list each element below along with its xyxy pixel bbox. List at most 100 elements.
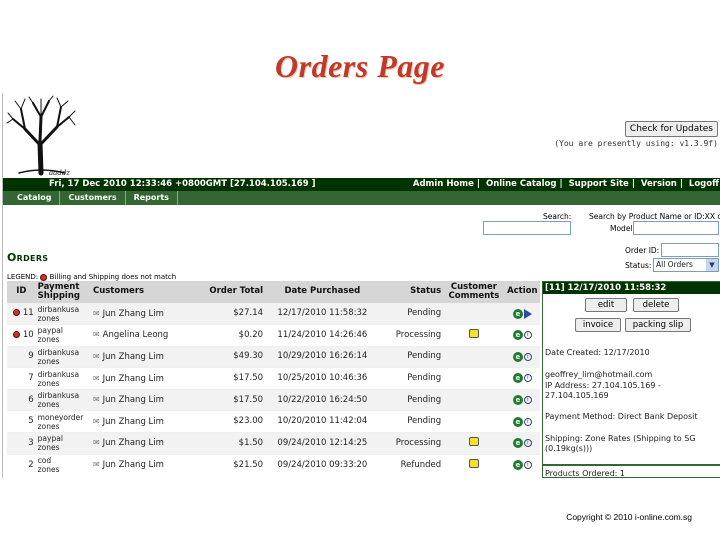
edit-icon[interactable]: e — [512, 459, 523, 470]
payment-method: moneyorder — [37, 412, 84, 422]
col-order-total[interactable]: Order Total — [199, 281, 266, 303]
model-label: Model — [610, 224, 633, 233]
dropdown-arrow-icon: ▼ — [706, 259, 718, 271]
edit-button[interactable]: edit — [585, 298, 627, 312]
customer-icon[interactable]: ✉ — [93, 374, 100, 383]
date-purchased: 10/22/2010 16:24:50 — [265, 388, 380, 411]
link-admin-home[interactable]: Admin Home — [413, 179, 474, 189]
customer-icon[interactable]: ✉ — [93, 438, 100, 447]
menu-catalog[interactable]: Catalog — [3, 191, 61, 205]
info-icon[interactable]: i — [523, 417, 532, 426]
table-row[interactable]: 11 dirbankusa zones ✉ Jun Zhang Lim $27.14 12/… — [7, 302, 540, 325]
col-id[interactable]: ID — [7, 281, 36, 303]
payment-method: paypal — [37, 326, 63, 336]
cell-action: ei — [504, 453, 540, 476]
order-total: $17.50 — [199, 367, 266, 390]
order-id: 6 — [28, 394, 34, 405]
info-icon[interactable]: i — [523, 374, 532, 383]
info-icon[interactable]: i — [523, 352, 532, 361]
version-note: (You are presently using: v1.3.9f) — [554, 139, 718, 148]
page-heading: Orders — [7, 251, 49, 264]
cell-id: 11 — [7, 302, 36, 325]
customer-icon[interactable]: ✉ — [93, 417, 100, 426]
cell-customer: ✉ Jun Zhang Lim — [90, 367, 200, 390]
order-id: 2 — [28, 459, 34, 470]
cell-customer: ✉ Jun Zhang Lim — [90, 345, 200, 368]
edit-icon[interactable]: e — [512, 438, 523, 449]
order-status: Pending — [379, 345, 444, 368]
col-status[interactable]: Status — [379, 281, 444, 303]
info-icon[interactable]: i — [523, 395, 532, 404]
order-id-input[interactable] — [661, 243, 719, 257]
order-status: Pending — [379, 367, 444, 390]
cell-payment-shipping: moneyorder zones — [35, 410, 91, 433]
cell-action: ei — [504, 432, 540, 455]
check-updates-button[interactable]: Check for Updates — [624, 121, 718, 137]
order-status: Pending — [379, 388, 444, 411]
customer-icon[interactable]: ✉ — [93, 330, 100, 339]
comment-icon — [468, 459, 479, 469]
customer-email[interactable]: geoffrey_lim@hotmail.com — [545, 370, 652, 379]
date-purchased: 10/29/2010 16:26:14 — [265, 345, 380, 368]
customer-icon[interactable]: ✉ — [93, 352, 100, 361]
comment-icon — [468, 437, 479, 447]
table-row[interactable]: 3 paypal zones ✉ Jun Zhang Lim $1.50 09/24/201… — [7, 432, 540, 455]
menu-reports[interactable]: Reports — [126, 191, 178, 205]
shipping-method: zones — [37, 335, 60, 345]
model-input[interactable] — [633, 221, 719, 235]
cell-comments — [443, 367, 505, 390]
menu-customers[interactable]: Customers — [60, 191, 126, 205]
col-payment-shipping[interactable]: Payment Shipping — [35, 281, 91, 303]
cell-id: 9 — [7, 345, 36, 368]
link-online-catalog[interactable]: Online Catalog — [486, 179, 557, 189]
status-select[interactable]: All Orders ▼ — [653, 258, 719, 272]
edit-icon[interactable]: e — [512, 308, 523, 319]
order-status: Pending — [379, 410, 444, 433]
info-icon[interactable]: i — [523, 331, 532, 340]
shipping-method: zones — [37, 378, 60, 388]
delete-button[interactable]: delete — [633, 298, 679, 312]
customer-icon[interactable]: ✉ — [93, 309, 100, 318]
packing-slip-button[interactable]: packing slip — [625, 318, 691, 332]
link-support-site[interactable]: Support Site — [569, 179, 629, 189]
invoice-button[interactable]: invoice — [575, 318, 621, 332]
table-row[interactable]: 5 moneyorder zones ✉ Jun Zhang Lim $23.00 10/2… — [7, 410, 540, 433]
link-logoff[interactable]: Logoff — [689, 179, 719, 189]
search-input[interactable] — [483, 221, 571, 235]
shipping-method: zones — [37, 313, 60, 323]
info-icon[interactable]: i — [523, 460, 532, 469]
cell-comments — [443, 345, 505, 368]
payment-method: Payment Method: Direct Bank Deposit — [545, 412, 698, 421]
cell-comments — [443, 388, 505, 411]
status-label: Status: — [625, 261, 652, 270]
table-row[interactable]: 6 dirbankusa zones ✉ Jun Zhang Lim $17.50 10/2… — [7, 388, 540, 411]
cell-id: 2 — [7, 453, 36, 476]
link-version[interactable]: Version — [641, 179, 677, 189]
legend: LEGEND: Billing and Shipping does not ma… — [7, 273, 176, 281]
customer-icon[interactable]: ✉ — [93, 395, 100, 404]
edit-icon[interactable]: e — [512, 416, 523, 427]
cell-id: 6 — [7, 388, 36, 411]
edit-icon[interactable]: e — [512, 373, 523, 384]
date-purchased: 09/24/2010 09:33:20 — [265, 453, 380, 476]
customer-icon[interactable]: ✉ — [93, 460, 100, 469]
order-total: $49.30 — [199, 345, 266, 368]
date-created: Date Created: 12/17/2010 — [545, 348, 650, 357]
order-total: $21.50 — [199, 453, 266, 476]
cell-payment-shipping: dirbankusa zones — [35, 367, 91, 390]
info-icon[interactable]: i — [523, 439, 532, 448]
payment-method: dirbankusa — [37, 347, 80, 357]
edit-icon[interactable]: e — [512, 351, 523, 362]
edit-icon[interactable]: e — [512, 394, 523, 405]
col-customers[interactable]: Customers — [90, 281, 200, 303]
col-date-purchased[interactable]: Date Purchased — [265, 281, 380, 303]
table-row[interactable]: 9 dirbankusa zones ✉ Jun Zhang Lim $49.30 10/2… — [7, 345, 540, 368]
shipping-method: zones — [37, 421, 60, 431]
shipping-method: zones — [37, 400, 60, 410]
table-row[interactable]: 10 paypal zones ✉ Angelina Leong $0.20 11/24/2… — [7, 324, 540, 347]
flag-dot-icon — [13, 330, 21, 338]
table-row[interactable]: 2 cod zones ✉ Jun Zhang Lim $21.50 09/24/2010 … — [7, 453, 540, 476]
edit-icon[interactable]: e — [512, 330, 523, 341]
table-row[interactable]: 7 dirbankusa zones ✉ Jun Zhang Lim $17.50 10/2… — [7, 367, 540, 390]
order-total: $27.14 — [199, 302, 266, 325]
